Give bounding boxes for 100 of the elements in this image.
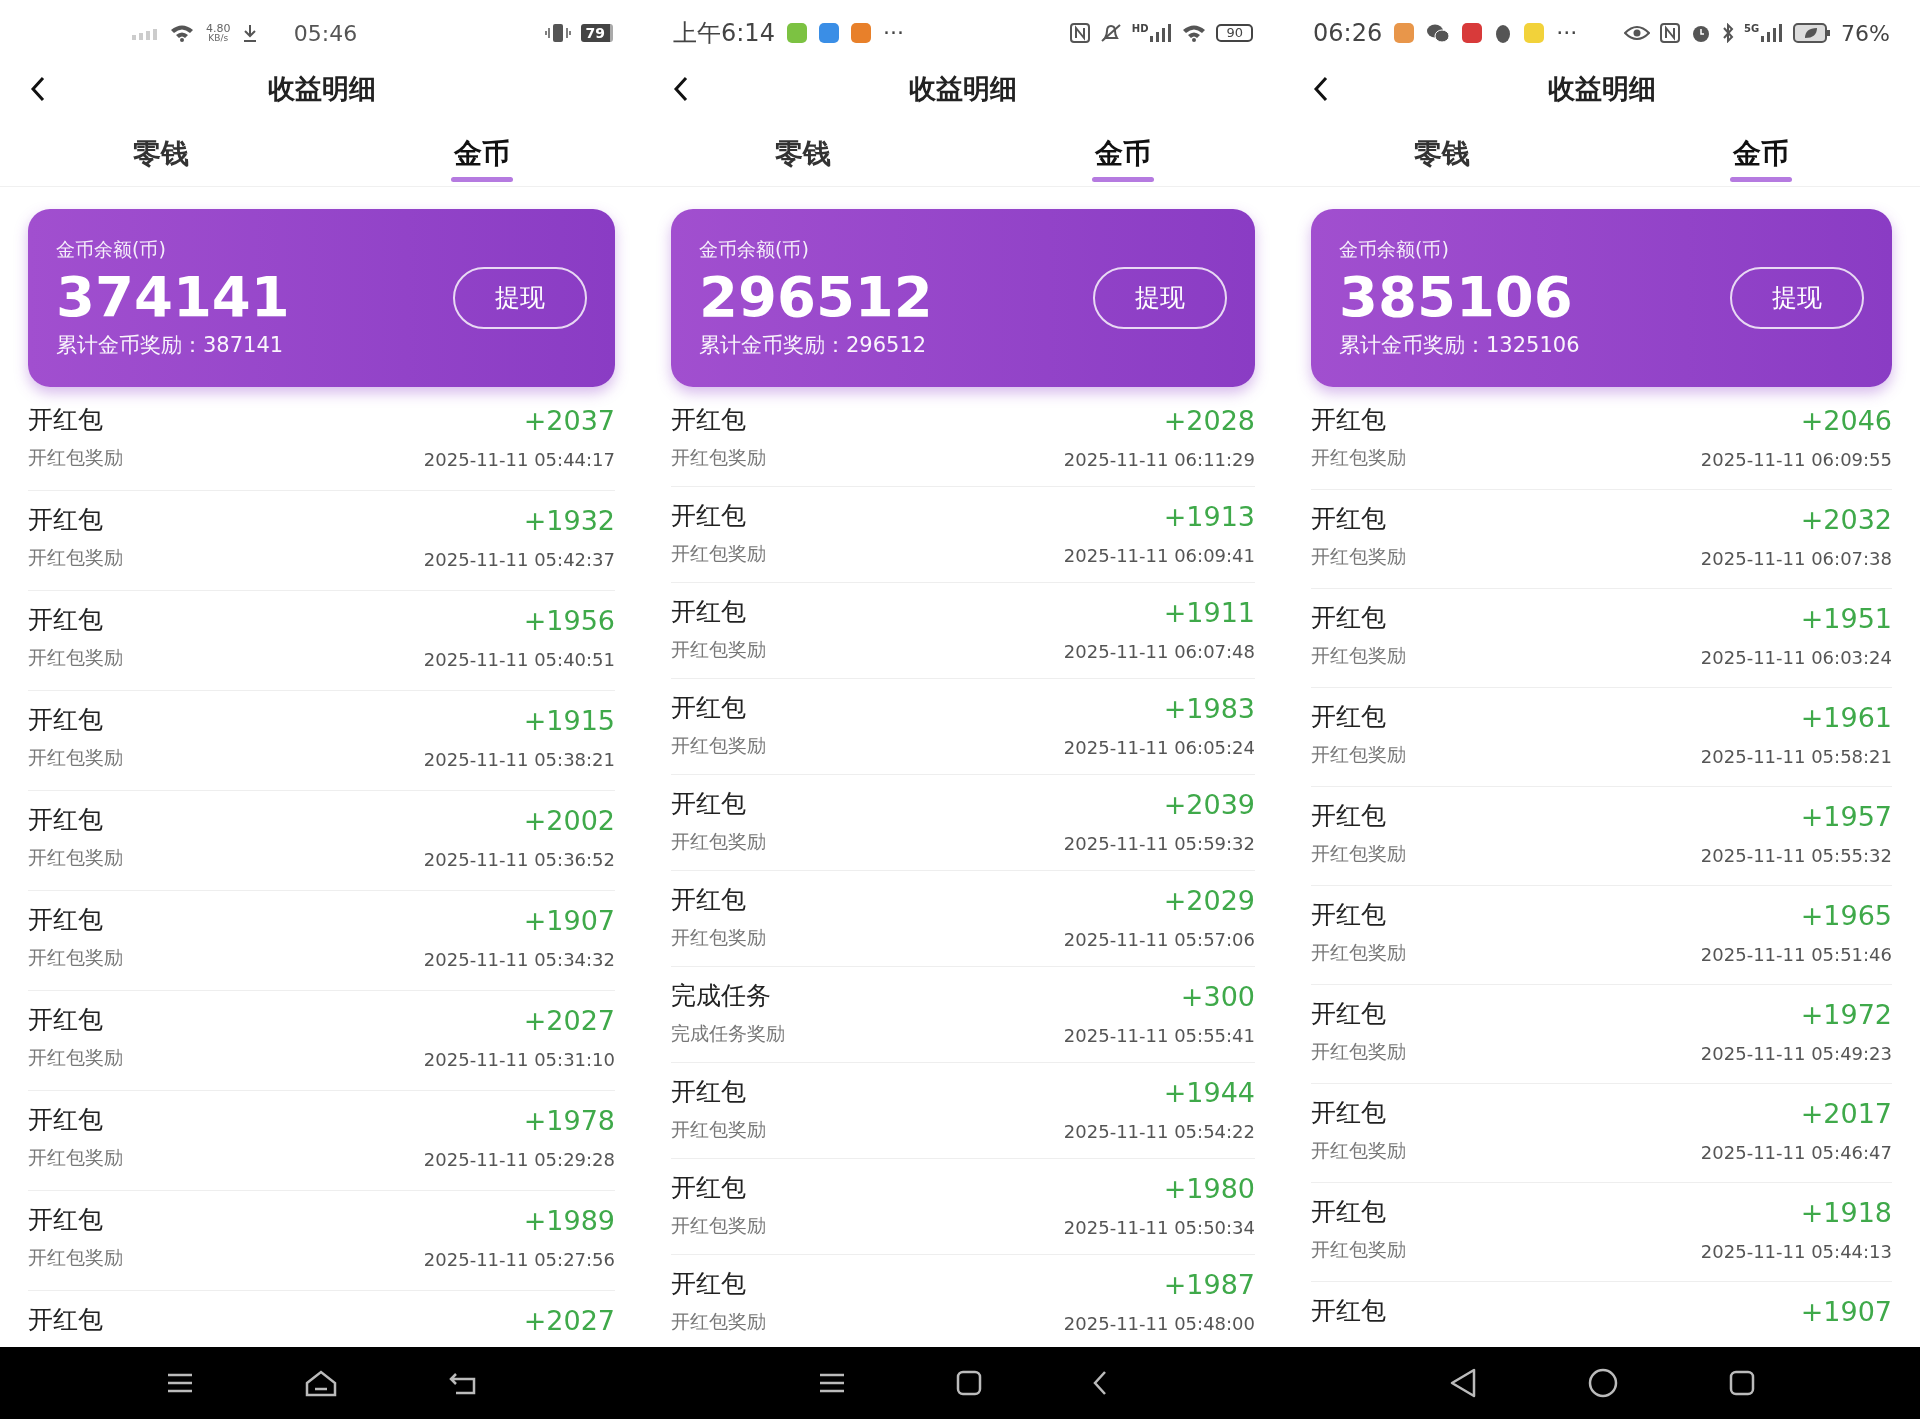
record-title: 开红包: [671, 1268, 747, 1300]
coin-amount: +1944: [1163, 1076, 1255, 1110]
coin-amount: +2002: [523, 804, 615, 838]
coin-amount: +1932: [523, 504, 615, 538]
back-icon[interactable]: [447, 1370, 478, 1396]
record-time: 2025-11-11 05:27:56: [423, 1247, 615, 1272]
record-title: 开红包: [28, 1004, 104, 1036]
record-title: 开红包: [1311, 998, 1387, 1030]
coin-amount: +1918: [1800, 1196, 1892, 1230]
menu-icon[interactable]: [165, 1372, 194, 1394]
back-chevron-icon[interactable]: [1092, 1370, 1108, 1396]
recents-square-icon[interactable]: [956, 1370, 982, 1396]
network-type: 5G: [1743, 24, 1760, 34]
coin-amount: +2032: [1800, 503, 1892, 537]
record-title: 开红包: [28, 804, 104, 836]
record-subtitle: 开红包奖励: [28, 744, 123, 770]
withdraw-button[interactable]: 提现: [1730, 267, 1864, 329]
coin-balance: 374141: [56, 263, 290, 330]
record-subtitle: 开红包奖励: [671, 444, 766, 470]
record-title: 开红包: [1311, 404, 1387, 436]
coin-amount: +2039: [1163, 788, 1255, 822]
record-title: 开红包: [1311, 1196, 1387, 1228]
back-triangle-icon[interactable]: [1448, 1368, 1477, 1398]
record-time: 2025-11-11 05:46:47: [1700, 1140, 1892, 1165]
coin-amount: +300: [1180, 980, 1255, 1014]
record-time: 2025-11-11 05:59:32: [1063, 831, 1255, 856]
record-title: 完成任务: [671, 980, 772, 1012]
coin-amount: +2029: [1163, 884, 1255, 918]
record-time: 2025-11-11 05:31:10: [423, 1047, 615, 1072]
muted-bell-icon: [1099, 23, 1122, 43]
record-title: 开红包: [1311, 1295, 1386, 1327]
home-circle-icon[interactable]: [1586, 1367, 1619, 1399]
withdraw-button[interactable]: 提现: [453, 267, 587, 329]
record-title: 开红包: [671, 596, 747, 628]
record-title: 开红包: [671, 788, 747, 820]
record-time: 2025-11-11 05:54:22: [1063, 1119, 1255, 1144]
nfc-icon: [1659, 23, 1680, 43]
record-subtitle: 开红包奖励: [671, 732, 766, 758]
wifi-icon: [170, 24, 194, 42]
coin-balance: 385106: [1339, 263, 1574, 330]
record-subtitle: 开红包奖励: [671, 540, 766, 566]
nfc-icon: [1069, 23, 1090, 43]
coin-amount: +1989: [523, 1204, 615, 1238]
withdraw-button[interactable]: 提现: [1093, 267, 1227, 329]
record-subtitle: 开红包奖励: [28, 1144, 123, 1170]
menu-icon[interactable]: [818, 1372, 846, 1394]
more-dots: ···: [1556, 22, 1578, 44]
bluetooth-icon: [1721, 23, 1734, 43]
coin-amount: +2037: [523, 404, 615, 438]
record-time: 2025-11-11 06:07:38: [1700, 546, 1892, 571]
record-title: 开红包: [1311, 1097, 1387, 1129]
more-dots: ···: [882, 22, 904, 44]
record-time: 2025-11-11 06:11:29: [1063, 447, 1255, 472]
coin-amount: +2046: [1800, 404, 1892, 438]
record-subtitle: 开红包奖励: [28, 644, 123, 670]
status-time: 06:26: [1313, 18, 1383, 49]
record-title: 开红包: [671, 692, 747, 724]
page-title: 收益明细: [267, 71, 376, 106]
record-subtitle: 开红包奖励: [1311, 444, 1406, 470]
record-title: 开红包: [28, 1304, 103, 1336]
record-time: 2025-11-11 06:09:41: [1063, 543, 1255, 568]
record-title: 开红包: [671, 884, 747, 916]
record-subtitle: 开红包奖励: [1311, 1038, 1406, 1064]
record-title: 开红包: [28, 704, 104, 736]
home-icon[interactable]: [303, 1369, 338, 1397]
total-reward: 累计金币奖励：387141: [56, 331, 285, 359]
record-subtitle: 开红包奖励: [28, 1044, 123, 1070]
record-title: 开红包: [28, 504, 104, 536]
record-title: 开红包: [28, 1204, 104, 1236]
record-time: 2025-11-11 05:50:34: [1063, 1215, 1255, 1240]
vibrate-icon: [544, 23, 571, 43]
record-title: 开红包: [1311, 503, 1387, 535]
record-title: 开红包: [1311, 602, 1387, 634]
balance-label: 金币余额(币): [699, 237, 810, 262]
speed-unit: KB/s: [208, 34, 229, 43]
signal-icon: [1150, 24, 1173, 42]
record-subtitle: 开红包奖励: [28, 444, 123, 470]
record-time: 2025-11-11 05:58:21: [1700, 744, 1892, 769]
status-time: 上午6:14: [673, 18, 775, 49]
tab[interactable]: 金币: [963, 122, 1283, 186]
record-time: 2025-11-11 05:42:37: [423, 547, 615, 572]
record-subtitle: 开红包奖励: [671, 1116, 766, 1142]
record-subtitle: 开红包奖励: [28, 1244, 123, 1270]
tab[interactable]: 金币: [321, 122, 643, 186]
record-title: 开红包: [28, 1104, 104, 1136]
tab[interactable]: 零钱: [1283, 122, 1602, 186]
record-time: 2025-11-11 05:40:51: [423, 647, 615, 672]
coin-amount: +1987: [1163, 1268, 1255, 1302]
coin-amount: +1956: [523, 604, 615, 638]
tab[interactable]: 零钱: [643, 122, 963, 186]
record-title: 开红包: [671, 1076, 747, 1108]
record-subtitle: 开红包奖励: [671, 1212, 766, 1238]
tab[interactable]: 零钱: [0, 122, 322, 186]
record-time: 2025-11-11 06:05:24: [1063, 735, 1255, 760]
record-subtitle: 开红包奖励: [671, 1308, 766, 1334]
recents-square-icon[interactable]: [1728, 1370, 1755, 1396]
coin-amount: +1965: [1800, 899, 1892, 933]
tab[interactable]: 金币: [1601, 122, 1920, 186]
record-time: 2025-11-11 05:44:13: [1700, 1239, 1892, 1264]
coin-amount: +1911: [1163, 596, 1255, 630]
